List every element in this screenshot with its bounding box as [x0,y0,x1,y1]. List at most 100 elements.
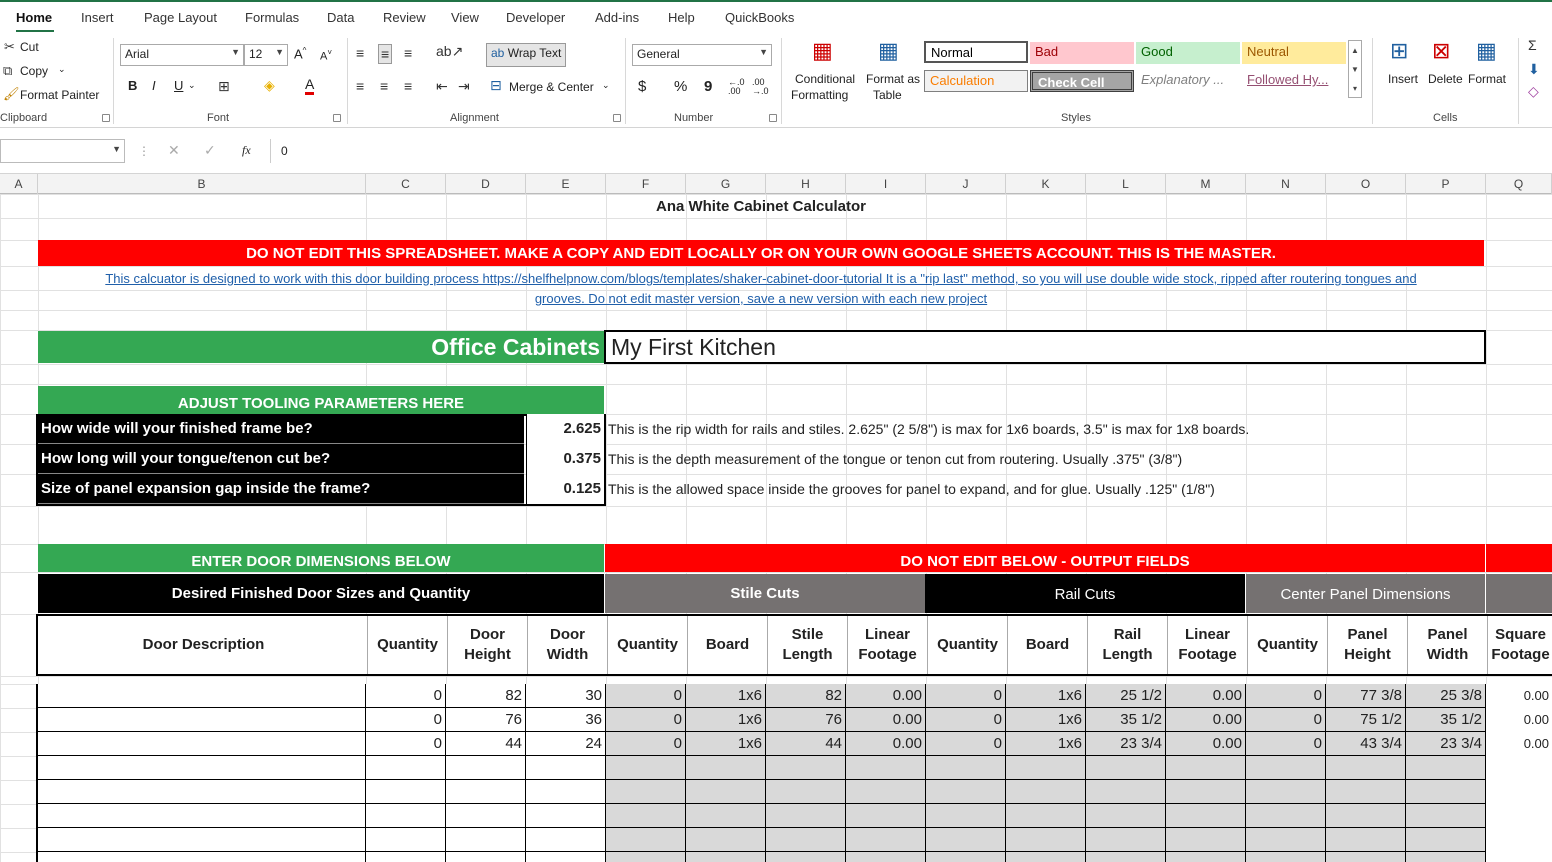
param-value-input[interactable]: 2.625 [526,414,604,444]
tab-view[interactable]: View [451,10,479,25]
param-value-input[interactable]: 0.125 [526,474,604,504]
column-header-h[interactable]: H [766,174,846,194]
tab-quickbooks[interactable]: QuickBooks [725,10,794,25]
bold-button[interactable]: B [128,78,137,93]
table-cell-qty[interactable] [366,804,446,828]
alignment-launcher[interactable] [613,114,621,122]
merge-center-button[interactable]: Merge & Center [509,80,594,94]
align-left-icon[interactable]: ≡ [356,79,364,93]
table-cell-dh[interactable] [446,828,526,852]
column-header-j[interactable]: J [926,174,1006,194]
table-cell-qty[interactable] [366,780,446,804]
tab-page-layout[interactable]: Page Layout [144,10,217,25]
style-check-cell[interactable]: Check Cell [1030,70,1134,92]
column-header-n[interactable]: N [1246,174,1326,194]
column-header-d[interactable]: D [446,174,526,194]
decrease-decimal-button[interactable]: .00 →.0 [752,78,770,96]
cancel-icon[interactable]: ✕ [168,143,180,157]
decrease-indent-icon[interactable]: ⇤ [436,79,448,93]
autosum-icon[interactable]: Σ [1528,38,1537,52]
grow-font-button[interactable]: A^ [294,46,306,61]
table-cell-qty[interactable] [366,828,446,852]
info-link-line-1[interactable]: This calcuator is designed to work with … [38,270,1484,288]
table-cell-dw[interactable] [526,852,606,862]
info-link-line-2[interactable]: grooves. Do not edit master version, sav… [38,290,1484,308]
column-header-k[interactable]: K [1006,174,1086,194]
table-cell-desc[interactable] [36,804,366,828]
table-cell-dw[interactable]: 36 [526,708,606,732]
tab-developer[interactable]: Developer [506,10,565,25]
copy-button[interactable]: Copy [20,64,48,78]
align-top-icon[interactable]: ≡ [356,46,364,60]
table-cell-dh[interactable]: 82 [446,684,526,708]
table-cell-dh[interactable]: 76 [446,708,526,732]
table-cell-dw[interactable] [526,804,606,828]
currency-button[interactable]: $ [638,78,646,95]
clear-icon[interactable]: ◇ [1528,84,1539,98]
increase-decimal-button[interactable]: ←.0 .00 [728,78,746,96]
insert-function-button[interactable]: fx [242,143,251,158]
conditional-formatting-button[interactable]: Conditional [795,72,855,86]
style-calculation[interactable]: Calculation [924,70,1028,92]
styles-scroll[interactable]: ▲ ▼ ▾ [1348,40,1362,98]
table-cell-dh[interactable] [446,780,526,804]
column-header-f[interactable]: F [606,174,686,194]
font-launcher[interactable] [333,114,341,122]
column-header-g[interactable]: G [686,174,766,194]
table-cell-dw[interactable]: 24 [526,732,606,756]
column-header-o[interactable]: O [1326,174,1406,194]
table-cell-dh[interactable] [446,804,526,828]
style-followed-hyperlink[interactable]: Followed Hy... [1242,70,1346,92]
format-cells-button[interactable]: Format [1468,72,1506,86]
tab-formulas[interactable]: Formulas [245,10,299,25]
percent-button[interactable]: % [674,78,687,95]
table-cell-qty[interactable] [366,852,446,862]
formula-input[interactable]: 0 [270,139,1552,163]
table-cell-qty[interactable]: 0 [366,708,446,732]
merge-dropdown-chevron[interactable]: ⌄ [602,80,610,91]
table-cell-dw[interactable] [526,756,606,780]
column-header-b[interactable]: B [38,174,366,194]
font-size-select[interactable]: 12 ▼ [244,44,288,66]
format-as-table-button[interactable]: Format as [866,72,920,86]
table-cell-dw[interactable]: 30 [526,684,606,708]
italic-button[interactable]: I [152,78,156,93]
cut-button[interactable]: Cut [20,40,39,54]
orientation-icon[interactable]: ab↗ [436,44,463,58]
font-color-icon[interactable]: A [305,76,315,95]
table-cell-qty[interactable]: 0 [366,684,446,708]
table-cell-qty[interactable]: 0 [366,732,446,756]
borders-icon[interactable]: ⊞ [218,79,230,93]
column-header-a[interactable]: A [0,174,38,194]
format-painter-button[interactable]: Format Painter [20,88,99,102]
tab-data[interactable]: Data [327,10,354,25]
table-cell-desc[interactable] [36,684,366,708]
tab-insert[interactable]: Insert [81,10,114,25]
table-cell-desc[interactable] [36,708,366,732]
underline-button[interactable]: U [174,78,183,93]
column-header-m[interactable]: M [1166,174,1246,194]
number-launcher[interactable] [769,114,777,122]
column-header-p[interactable]: P [1406,174,1486,194]
comma-button[interactable]: 9 [704,78,712,95]
enter-icon[interactable]: ✓ [204,143,216,157]
column-header-l[interactable]: L [1086,174,1166,194]
column-header-e[interactable]: E [526,174,606,194]
underline-dropdown-chevron[interactable]: ⌄ [188,80,196,91]
tab-review[interactable]: Review [383,10,426,25]
tab-home[interactable]: Home [16,10,52,25]
increase-indent-icon[interactable]: ⇥ [458,79,470,93]
fill-color-icon[interactable]: ◈ [264,78,275,92]
clipboard-launcher[interactable] [102,114,110,122]
align-middle-icon[interactable]: ≡ [378,44,393,64]
wrap-text-button[interactable]: ab Wrap Text [486,43,566,67]
style-normal[interactable]: Normal [924,41,1028,63]
align-center-icon[interactable]: ≡ [380,79,388,93]
insert-cells-button[interactable]: Insert [1388,72,1418,86]
table-cell-dh[interactable] [446,852,526,862]
copy-dropdown-chevron[interactable]: ⌄ [58,64,66,75]
column-header-i[interactable]: I [846,174,926,194]
table-cell-qty[interactable] [366,756,446,780]
param-value-input[interactable]: 0.375 [526,444,604,474]
tab-help[interactable]: Help [668,10,695,25]
